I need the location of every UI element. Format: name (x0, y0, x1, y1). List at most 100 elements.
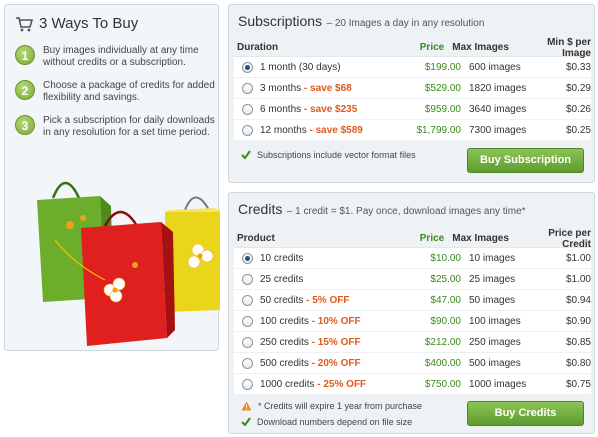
step-text: Buy images individually at any time with… (43, 45, 199, 68)
savings-label: - save $68 (303, 82, 352, 94)
option-name: 10 credits (260, 252, 304, 264)
col-max-images: Max Images (452, 42, 509, 53)
option-price: $212.00 (424, 336, 461, 348)
credits-section: Credits – 1 credit = $1. Pay once, downl… (228, 192, 595, 434)
credits-subtitle: – 1 credit = $1. Pay once, download imag… (286, 206, 526, 217)
discount-label: - 5% OFF (306, 294, 350, 306)
option-max-images: 500 images (469, 357, 521, 369)
option-name: 50 credits (260, 294, 304, 306)
file-size-note: Download numbers depend on file size (241, 417, 412, 427)
credit-row[interactable]: 100 credits - 10% OFF $90.00 100 images … (234, 311, 591, 332)
col-duration: Duration (237, 42, 279, 53)
radio-button[interactable] (241, 357, 253, 369)
option-name: 25 credits (260, 273, 304, 285)
expire-note: * Credits will expire 1 year from purcha… (241, 401, 422, 411)
credit-row[interactable]: 25 credits $25.00 25 images $1.00 (234, 269, 591, 290)
vector-note-text: Subscriptions include vector format file… (257, 150, 416, 160)
step-1: 1 Buy images individually at any time wi… (15, 45, 215, 69)
col-price: Price (419, 42, 445, 53)
subscriptions-subtitle: – 20 Images a day in any resolution (326, 18, 485, 29)
subscription-row[interactable]: 6 months - save $235 $959.00 3640 images… (234, 99, 591, 120)
shopping-bags-illustration (37, 181, 220, 346)
ways-to-buy-panel: 3 Ways To Buy 1 Buy images individually … (4, 4, 220, 351)
radio-button[interactable] (241, 61, 253, 73)
step-text: Choose a package of credits for added fl… (43, 80, 215, 103)
option-price-per-credit: $0.94 (565, 294, 591, 306)
step-text: Pick a subscription for daily downloads … (43, 115, 215, 138)
option-name: 100 credits (260, 315, 309, 327)
subscription-row[interactable]: 3 months - save $68 $529.00 1820 images … (234, 78, 591, 99)
option-min-price: $0.26 (565, 103, 591, 115)
option-name: 250 credits (260, 336, 309, 348)
credit-row[interactable]: 250 credits - 15% OFF $212.00 250 images… (234, 332, 591, 353)
option-price: $25.00 (430, 273, 461, 285)
check-icon (241, 417, 251, 427)
radio-button[interactable] (241, 124, 253, 136)
subscriptions-header: Subscriptions – 20 Images a day in any r… (238, 13, 484, 31)
option-price: $199.00 (424, 61, 461, 73)
option-max-images: 25 images (469, 273, 516, 285)
ways-to-buy-title: 3 Ways To Buy (39, 15, 139, 32)
buy-credits-button[interactable]: Buy Credits (467, 401, 584, 426)
option-price-per-credit: $0.90 (565, 315, 591, 327)
option-price: $400.00 (424, 357, 461, 369)
buy-subscription-button[interactable]: Buy Subscription (467, 148, 584, 173)
option-price: $47.00 (430, 294, 461, 306)
radio-button[interactable] (241, 315, 253, 327)
savings-label: - save $235 (303, 103, 358, 115)
discount-label: - 20% OFF (311, 357, 361, 369)
subscription-row[interactable]: 1 month (30 days) $199.00 600 images $0.… (234, 57, 591, 78)
option-price: $750.00 (424, 378, 461, 390)
step-2: 2 Choose a package of credits for added … (15, 80, 215, 104)
col-price-per-credit: Price per Credit (548, 227, 591, 250)
subscriptions-table: Duration Price Max Images Min $ per Imag… (234, 37, 591, 141)
step-number: 2 (15, 80, 35, 100)
credit-row[interactable]: 500 credits - 20% OFF $400.00 500 images… (234, 353, 591, 374)
credit-row[interactable]: 1000 credits - 25% OFF $750.00 1000 imag… (234, 374, 591, 395)
option-max-images: 1000 images (469, 378, 527, 390)
expire-note-text: * Credits will expire 1 year from purcha… (258, 401, 423, 411)
option-price: $1,799.00 (416, 124, 462, 136)
step-number: 1 (15, 45, 35, 65)
radio-button[interactable] (241, 103, 253, 115)
credits-header: Credits – 1 credit = $1. Pay once, downl… (238, 201, 526, 219)
table-header: Duration Price Max Images Min $ per Imag… (234, 37, 591, 59)
option-price-per-credit: $0.75 (565, 378, 591, 390)
discount-label: - 25% OFF (317, 378, 367, 390)
warning-icon (241, 401, 252, 411)
option-max-images: 7300 images (469, 124, 527, 136)
radio-button[interactable] (241, 378, 253, 390)
option-name: 1000 credits (260, 378, 315, 390)
radio-button[interactable] (241, 252, 253, 264)
option-max-images: 10 images (469, 252, 516, 264)
credits-title: Credits (238, 201, 283, 217)
radio-button[interactable] (241, 82, 253, 94)
option-min-price: $0.29 (565, 82, 591, 94)
vector-note: Subscriptions include vector format file… (241, 150, 416, 160)
option-price: $959.00 (424, 103, 461, 115)
option-name: 500 credits (260, 357, 309, 369)
credit-row[interactable]: 50 credits - 5% OFF $47.00 50 images $0.… (234, 290, 591, 311)
option-price: $529.00 (424, 82, 461, 94)
option-max-images: 1820 images (469, 82, 527, 94)
radio-button[interactable] (241, 294, 253, 306)
option-max-images: 100 images (469, 315, 521, 327)
option-min-price: $0.33 (565, 61, 591, 73)
step-3: 3 Pick a subscription for daily download… (15, 115, 215, 139)
radio-button[interactable] (241, 273, 253, 285)
cart-icon (16, 16, 33, 31)
subscriptions-title: Subscriptions (238, 13, 323, 29)
file-size-note-text: Download numbers depend on file size (257, 417, 413, 427)
option-max-images: 3640 images (469, 103, 527, 115)
subscription-row[interactable]: 12 months - save $589 $1,799.00 7300 ima… (234, 120, 591, 141)
option-name: 1 month (30 days) (260, 61, 341, 73)
discount-label: - 10% OFF (311, 315, 361, 327)
savings-label: - save $589 (309, 124, 363, 136)
radio-button[interactable] (241, 336, 253, 348)
option-name: 12 months (260, 124, 307, 136)
option-max-images: 600 images (469, 61, 521, 73)
step-number: 3 (15, 115, 35, 135)
table-header: Product Price Max Images Price per Credi… (234, 227, 591, 250)
discount-label: - 15% OFF (311, 336, 361, 348)
credit-row[interactable]: 10 credits $10.00 10 images $1.00 (234, 248, 591, 269)
